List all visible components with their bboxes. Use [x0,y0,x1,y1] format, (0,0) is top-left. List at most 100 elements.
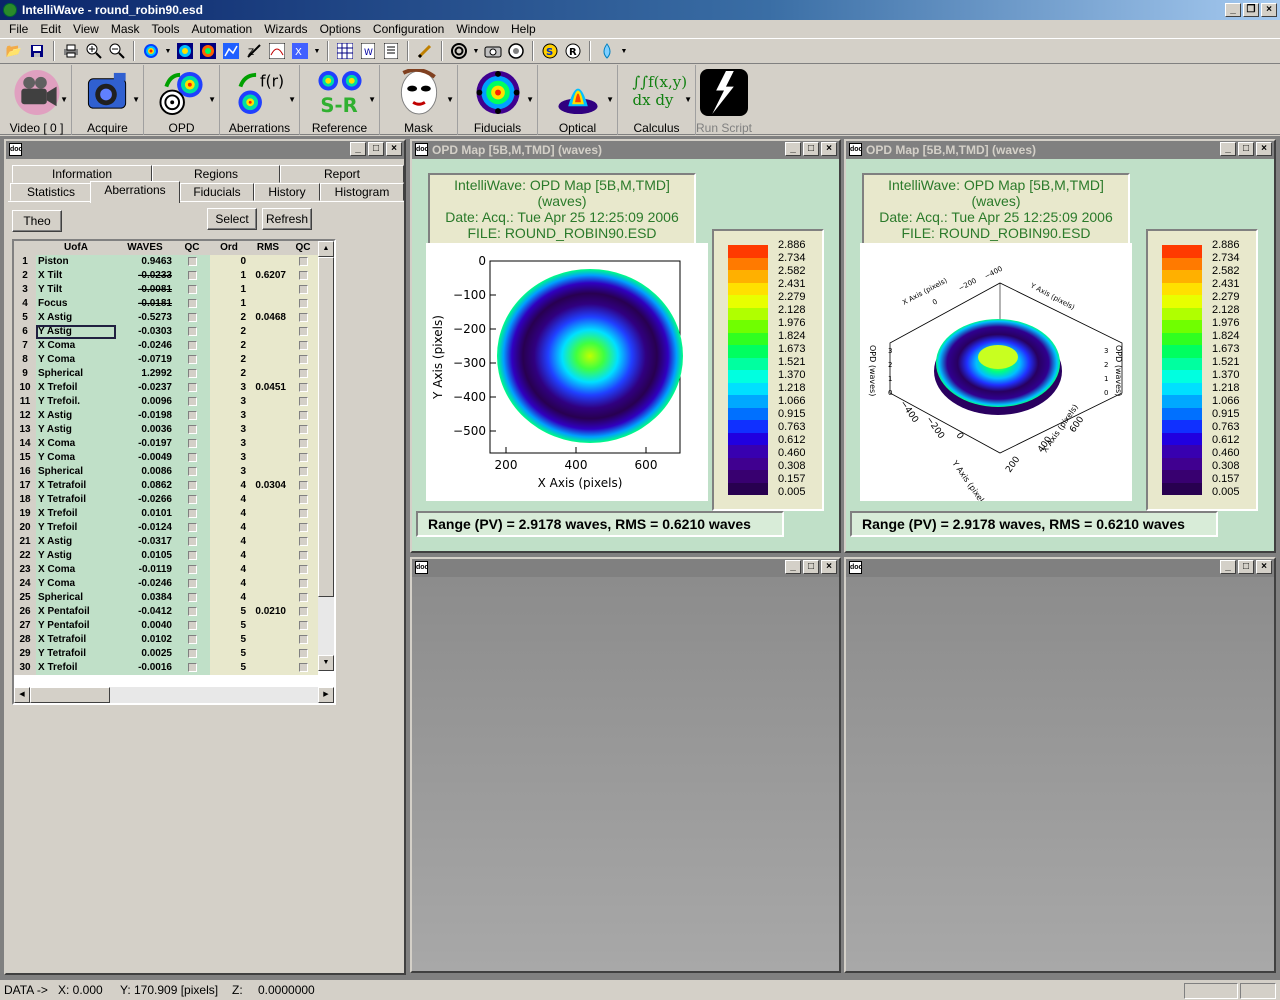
qc-box[interactable] [298,298,308,308]
qc-box[interactable] [187,522,197,532]
qc-box[interactable] [298,634,308,644]
header-rms[interactable]: RMS [248,241,288,255]
minimize-button[interactable]: _ [1220,560,1236,574]
qc-box[interactable] [298,256,308,266]
qc-box[interactable] [298,452,308,462]
minimize-button[interactable]: _ [1220,142,1236,156]
acquire-tool[interactable]: Acquire ▼ [72,65,144,135]
scroll-up-icon[interactable]: ▲ [318,241,334,257]
optical-tool[interactable]: Optical ▼ [538,65,618,135]
menu-tools[interactable]: Tools [146,20,186,38]
fiducials-tool[interactable]: Fiducials ▼ [458,65,538,135]
qc-checkbox[interactable] [174,255,210,269]
qc-box[interactable] [187,508,197,518]
qc-box[interactable] [187,354,197,364]
qc-box[interactable] [187,494,197,504]
pen-icon[interactable] [415,41,435,61]
table-row[interactable]: 13 Y Astig 0.0036 3 [14,423,318,437]
header-ord[interactable]: Ord [210,241,248,255]
qc-box[interactable] [298,508,308,518]
minimize-button[interactable]: _ [785,560,801,574]
qc-box[interactable] [187,662,197,672]
table-row[interactable]: 4 Focus -0.0181 1 [14,297,318,311]
save-icon[interactable] [27,41,47,61]
table-row[interactable]: 6Y Astig -0.0303 2 [14,325,318,339]
mask-tool[interactable]: Mask ▼ [380,65,458,135]
profile-icon[interactable] [267,41,287,61]
qc-box[interactable] [187,410,197,420]
header-uofa[interactable]: UofA [36,241,116,255]
table-row[interactable]: 15 Y Coma -0.0049 3 [14,451,318,465]
qc-box[interactable] [187,536,197,546]
maximize-button[interactable]: □ [803,560,819,574]
qc-box[interactable] [298,270,308,280]
qc-box[interactable] [298,592,308,602]
qc-checkbox[interactable] [288,479,318,493]
camera-snapshot-icon[interactable] [483,41,503,61]
qc-box[interactable] [298,606,308,616]
opd-tool[interactable]: OPD ▼ [144,65,220,135]
qc-checkbox[interactable] [288,311,318,325]
qc-box[interactable] [187,326,197,336]
chevron-down-icon[interactable]: ▼ [526,95,534,104]
menu-wizards[interactable]: Wizards [258,20,313,38]
dropdown-arrow-icon[interactable]: ▼ [164,41,172,61]
tab-histogram[interactable]: Histogram [320,183,404,201]
qc-box[interactable] [187,564,197,574]
menu-mask[interactable]: Mask [105,20,146,38]
close-button[interactable]: × [1256,560,1272,574]
table-row[interactable]: 7X Coma -0.0246 2 [14,339,318,353]
qc-checkbox[interactable] [174,633,210,647]
qc-box[interactable] [187,592,197,602]
menu-window[interactable]: Window [450,20,505,38]
dropdown-arrow-icon[interactable]: ▼ [620,41,628,61]
zoom-out-icon[interactable] [107,41,127,61]
qc-checkbox[interactable] [288,647,318,661]
qc-box[interactable] [187,466,197,476]
chevron-down-icon[interactable]: ▼ [368,95,376,104]
qc-checkbox[interactable] [174,577,210,591]
qc-checkbox[interactable] [288,521,318,535]
slope-icon[interactable]: Z [244,41,264,61]
table-row[interactable]: 14 X Coma -0.0197 3 [14,437,318,451]
qc-box[interactable] [298,466,308,476]
qc-checkbox[interactable] [288,577,318,591]
table-row[interactable]: 27 Y Pentafoil 0.0040 5 [14,619,318,633]
minimize-button[interactable]: _ [785,142,801,156]
menu-automation[interactable]: Automation [186,20,259,38]
maximize-button[interactable]: □ [803,142,819,156]
header-qc[interactable]: QC [174,241,210,255]
qc-box[interactable] [187,620,197,630]
qc-checkbox[interactable] [288,633,318,647]
menu-help[interactable]: Help [505,20,542,38]
maximize-button[interactable]: □ [1238,560,1254,574]
settings-wheel-icon[interactable] [506,41,526,61]
qc-checkbox[interactable] [288,381,318,395]
close-button[interactable]: × [1256,142,1272,156]
hscroll-thumb[interactable] [30,687,110,703]
chevron-down-icon[interactable]: ▼ [684,95,692,104]
qc-checkbox[interactable] [288,367,318,381]
qc-box[interactable] [187,284,197,294]
qc-checkbox[interactable] [174,479,210,493]
qc-box[interactable] [298,312,308,322]
qc-box[interactable] [187,634,197,644]
table-row[interactable]: 5X Astig -0.5273 2 0.0468 [14,311,318,325]
qc-checkbox[interactable] [288,661,318,675]
qc-checkbox[interactable] [288,339,318,353]
qc-checkbox[interactable] [174,437,210,451]
chevron-down-icon[interactable]: ▼ [606,95,614,104]
close-button[interactable]: × [821,142,837,156]
qc-checkbox[interactable] [174,493,210,507]
qc-checkbox[interactable] [288,269,318,283]
header-qc-2[interactable]: QC [288,241,318,255]
qc-checkbox[interactable] [174,269,210,283]
qc-box[interactable] [298,326,308,336]
qc-box[interactable] [187,452,197,462]
print-icon[interactable] [61,41,81,61]
header-waves[interactable]: WAVES [116,241,174,255]
restore-button[interactable]: ❐ [1243,3,1259,17]
table-row[interactable]: 10 X Trefoil -0.0237 3 0.0451 [14,381,318,395]
fft-icon[interactable]: X [290,41,310,61]
qc-box[interactable] [187,340,197,350]
